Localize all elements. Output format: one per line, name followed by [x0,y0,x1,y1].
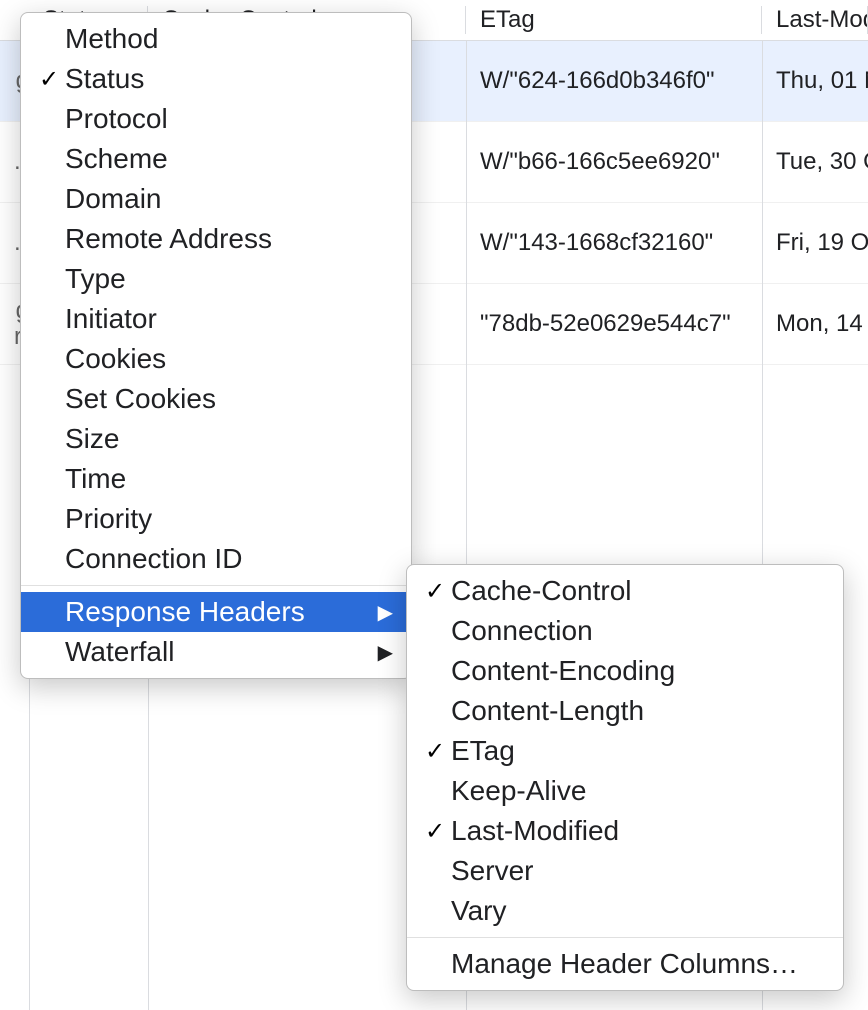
chevron-right-icon: ▶ [370,640,393,665]
menu-item-size[interactable]: Size [21,419,411,459]
menu-item-connection-id[interactable]: Connection ID [21,539,411,579]
menu-item-scheme[interactable]: Scheme [21,139,411,179]
menu-item-label: Protocol [65,103,393,135]
column-context-menu: Method ✓ Status Protocol Scheme Domain R… [20,12,412,679]
submenu-item-last-modified[interactable]: ✓ Last-Modified [407,811,843,851]
menu-item-label: Initiator [65,303,393,335]
menu-item-initiator[interactable]: Initiator [21,299,411,339]
menu-item-label: Status [65,63,393,95]
submenu-item-connection[interactable]: Connection [407,611,843,651]
submenu-item-etag[interactable]: ✓ ETag [407,731,843,771]
menu-item-domain[interactable]: Domain [21,179,411,219]
menu-item-priority[interactable]: Priority [21,499,411,539]
col-last-modified[interactable]: Last-Mod [762,6,868,34]
menu-item-label: Server [451,855,825,887]
menu-item-label: Cookies [65,343,393,375]
menu-item-label: Type [65,263,393,295]
chevron-right-icon: ▶ [370,600,393,625]
cell-etag: W/"624-166d0b346f0" [466,67,762,95]
cell-last-modified: Tue, 30 O [762,148,868,176]
menu-item-response-headers[interactable]: Response Headers ▶ [21,592,411,632]
check-icon: ✓ [419,817,451,846]
submenu-item-vary[interactable]: Vary [407,891,843,931]
cell-last-modified: Mon, 14 M [762,310,868,338]
col-etag[interactable]: ETag [466,6,762,34]
cell-etag: W/"143-1668cf32160" [466,229,762,257]
menu-item-protocol[interactable]: Protocol [21,99,411,139]
menu-item-method[interactable]: Method [21,19,411,59]
menu-item-label: Vary [451,895,825,927]
cell-last-modified: Fri, 19 Oc [762,229,868,257]
menu-item-label: Method [65,23,393,55]
submenu-item-manage-header-columns[interactable]: Manage Header Columns… [407,944,843,984]
menu-item-label: Priority [65,503,393,535]
menu-item-label: Manage Header Columns… [451,948,825,980]
cell-etag: W/"b66-166c5ee6920" [466,148,762,176]
menu-item-time[interactable]: Time [21,459,411,499]
submenu-item-content-length[interactable]: Content-Length [407,691,843,731]
menu-item-label: Keep-Alive [451,775,825,807]
submenu-item-cache-control[interactable]: ✓ Cache-Control [407,571,843,611]
menu-item-label: Connection [451,615,825,647]
submenu-item-keep-alive[interactable]: Keep-Alive [407,771,843,811]
menu-item-set-cookies[interactable]: Set Cookies [21,379,411,419]
menu-item-label: Cache-Control [451,575,825,607]
menu-separator [407,937,843,938]
menu-item-label: Response Headers [65,596,370,628]
menu-item-type[interactable]: Type [21,259,411,299]
menu-item-label: Content-Encoding [451,655,825,687]
menu-item-label: Last-Modified [451,815,825,847]
menu-item-remote-address[interactable]: Remote Address [21,219,411,259]
menu-item-label: Remote Address [65,223,393,255]
menu-item-cookies[interactable]: Cookies [21,339,411,379]
menu-item-label: ETag [451,735,825,767]
menu-item-label: Set Cookies [65,383,393,415]
submenu-item-server[interactable]: Server [407,851,843,891]
menu-item-label: Connection ID [65,543,393,575]
menu-item-label: Scheme [65,143,393,175]
menu-item-label: Size [65,423,393,455]
menu-item-label: Content-Length [451,695,825,727]
menu-item-waterfall[interactable]: Waterfall ▶ [21,632,411,672]
response-headers-submenu: ✓ Cache-Control Connection Content-Encod… [406,564,844,991]
cell-etag: "78db-52e0629e544c7" [466,310,762,338]
menu-item-status[interactable]: ✓ Status [21,59,411,99]
submenu-item-content-encoding[interactable]: Content-Encoding [407,651,843,691]
check-icon: ✓ [419,577,451,606]
cell-last-modified: Thu, 01 N [762,67,868,95]
check-icon: ✓ [419,737,451,766]
menu-separator [21,585,411,586]
check-icon: ✓ [33,65,65,94]
menu-item-label: Waterfall [65,636,370,668]
menu-item-label: Time [65,463,393,495]
menu-item-label: Domain [65,183,393,215]
